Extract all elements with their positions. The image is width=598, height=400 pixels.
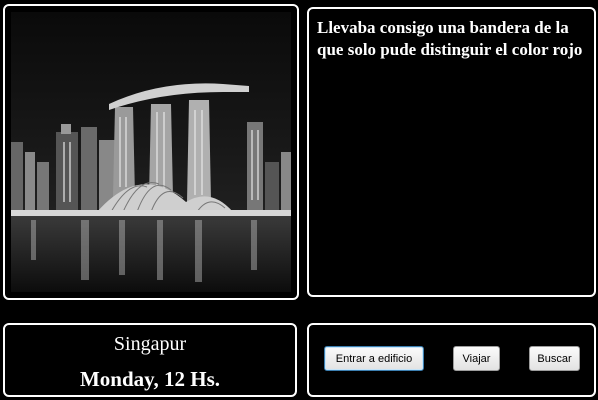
location-photo-panel	[3, 4, 299, 300]
date-time: Monday, 12 Hs.	[79, 367, 221, 391]
location-info-panel: Singapur Monday, 12 Hs.	[3, 323, 297, 397]
actions-panel: Entrar a edificio Viajar Buscar	[307, 323, 596, 397]
enter-building-button[interactable]: Entrar a edificio	[324, 346, 424, 371]
search-button[interactable]: Buscar	[529, 346, 580, 371]
city-name: Singapur	[113, 333, 187, 355]
narrative-panel: Llevaba consigo una bandera de la que so…	[307, 7, 596, 297]
narrative-text: Llevaba consigo una bandera de la que so…	[317, 18, 583, 59]
city-skyline-photo	[11, 12, 291, 292]
travel-button[interactable]: Viajar	[453, 346, 500, 371]
